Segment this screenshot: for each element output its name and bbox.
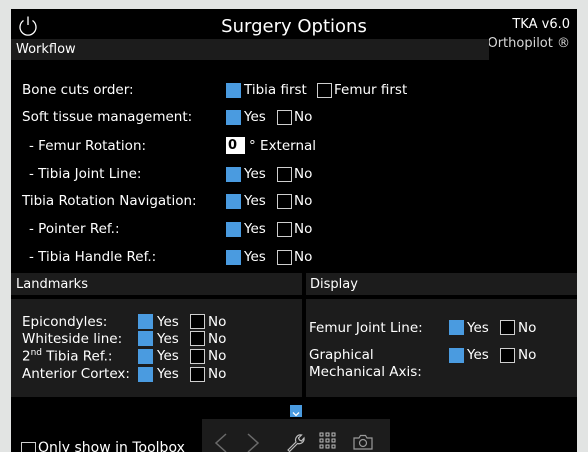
pointer-ref-no-checkbox[interactable] [277, 222, 292, 237]
tibia-rotation-nav-no-label: No [294, 193, 313, 209]
tibia-rotation-nav-label: Tibia Rotation Navigation: [22, 193, 197, 209]
femur-first-label: Femur first [334, 82, 408, 98]
tibia-handle-ref-no-label: No [294, 249, 313, 265]
femur-joint-line-yes-checkbox[interactable] [449, 320, 464, 335]
tibia-handle-ref-yes-checkbox[interactable] [226, 250, 241, 265]
tibia-joint-line-no-checkbox[interactable] [277, 167, 292, 182]
tibia-rotation-nav-yes-checkbox[interactable] [226, 194, 241, 209]
chevron-down-icon[interactable] [290, 405, 302, 417]
grid-icon[interactable] [319, 432, 337, 450]
bottom-toolbar [202, 419, 390, 452]
tibia-rotation-nav-no-checkbox[interactable] [277, 194, 292, 209]
graphical-axis-yes-checkbox[interactable] [449, 348, 464, 363]
femur-first-checkbox[interactable] [317, 83, 332, 98]
whiteside-yes-label: Yes [157, 331, 179, 347]
whiteside-yes-checkbox[interactable] [138, 331, 153, 346]
page-title: Surgery Options [221, 16, 367, 37]
pointer-ref-yes-checkbox[interactable] [226, 222, 241, 237]
anterior-cortex-label: Anterior Cortex: [22, 366, 130, 382]
femur-rotation-input[interactable]: 0 [226, 137, 245, 154]
back-arrow-icon[interactable] [214, 432, 228, 452]
soft-tissue-no-checkbox[interactable] [277, 110, 292, 125]
version-label: TKA v6.0 [512, 17, 570, 32]
tibia-rotation-nav-yes-label: Yes [244, 193, 266, 209]
pointer-ref-label: - Pointer Ref.: [29, 221, 120, 237]
tibia-ref2-yes-label: Yes [157, 348, 179, 364]
product-label: Orthopilot ® [487, 36, 570, 51]
soft-tissue-yes-checkbox[interactable] [226, 110, 241, 125]
tibia-first-label: Tibia first [244, 82, 307, 98]
only-show-toolbox-checkbox[interactable] [21, 442, 36, 452]
femur-joint-line-no-label: No [518, 320, 537, 336]
camera-icon[interactable] [352, 433, 374, 451]
bone-cuts-label: Bone cuts order: [22, 82, 134, 98]
graphical-axis-label-line2: Mechanical Axis: [309, 364, 422, 380]
epicondyles-yes-checkbox[interactable] [138, 314, 153, 329]
tibia-handle-ref-label: - Tibia Handle Ref.: [29, 249, 157, 265]
femur-joint-line-no-checkbox[interactable] [500, 320, 515, 335]
anterior-cortex-no-label: No [208, 366, 227, 382]
workflow-section-label: Workflow [16, 42, 76, 57]
tibia-ref2-no-checkbox[interactable] [190, 349, 205, 364]
femur-rotation-label: - Femur Rotation: [29, 138, 147, 154]
wrench-icon[interactable] [284, 431, 306, 452]
femur-rotation-unit: ° External [249, 138, 317, 154]
pointer-ref-no-label: No [294, 221, 313, 237]
surgery-options-screen: Surgery Options TKA v6.0 Orthopilot ® Wo… [11, 9, 577, 452]
soft-tissue-no-label: No [294, 109, 313, 125]
whiteside-label: Whiteside line: [22, 331, 123, 347]
forward-arrow-icon[interactable] [246, 432, 260, 452]
tibia-joint-line-label: - Tibia Joint Line: [29, 166, 142, 182]
tibia-ref2-yes-checkbox[interactable] [138, 349, 153, 364]
femur-joint-line-label: Femur Joint Line: [309, 320, 423, 336]
epicondyles-yes-label: Yes [157, 314, 179, 330]
pointer-ref-yes-label: Yes [244, 221, 266, 237]
graphical-axis-no-label: No [518, 347, 537, 363]
tibia-joint-line-yes-label: Yes [244, 166, 266, 182]
epicondyles-no-checkbox[interactable] [190, 314, 205, 329]
anterior-cortex-yes-checkbox[interactable] [138, 367, 153, 382]
tibia-handle-ref-no-checkbox[interactable] [277, 250, 292, 265]
tibia-joint-line-yes-checkbox[interactable] [226, 167, 241, 182]
landmarks-section-label: Landmarks [16, 277, 88, 292]
graphical-axis-yes-label: Yes [467, 347, 489, 363]
display-section-label: Display [310, 277, 358, 292]
epicondyles-label: Epicondyles: [22, 314, 108, 330]
tibia-ref2-no-label: No [208, 348, 227, 364]
tibia-handle-ref-yes-label: Yes [244, 249, 266, 265]
workflow-header [11, 39, 489, 60]
graphical-axis-no-checkbox[interactable] [500, 348, 515, 363]
femur-joint-line-yes-label: Yes [467, 320, 489, 336]
soft-tissue-yes-label: Yes [244, 109, 266, 125]
tibia-joint-line-no-label: No [294, 166, 313, 182]
anterior-cortex-yes-label: Yes [157, 366, 179, 382]
tibia-first-checkbox[interactable] [226, 83, 241, 98]
only-show-toolbox-label: Only show in Toolbox [38, 440, 185, 452]
whiteside-no-label: No [208, 331, 227, 347]
tibia-ref2-label: 2nd Tibia Ref.: [22, 348, 113, 365]
graphical-axis-label-line1: Graphical [309, 347, 374, 363]
whiteside-no-checkbox[interactable] [190, 331, 205, 346]
anterior-cortex-no-checkbox[interactable] [190, 367, 205, 382]
epicondyles-no-label: No [208, 314, 227, 330]
soft-tissue-label: Soft tissue management: [22, 109, 193, 125]
